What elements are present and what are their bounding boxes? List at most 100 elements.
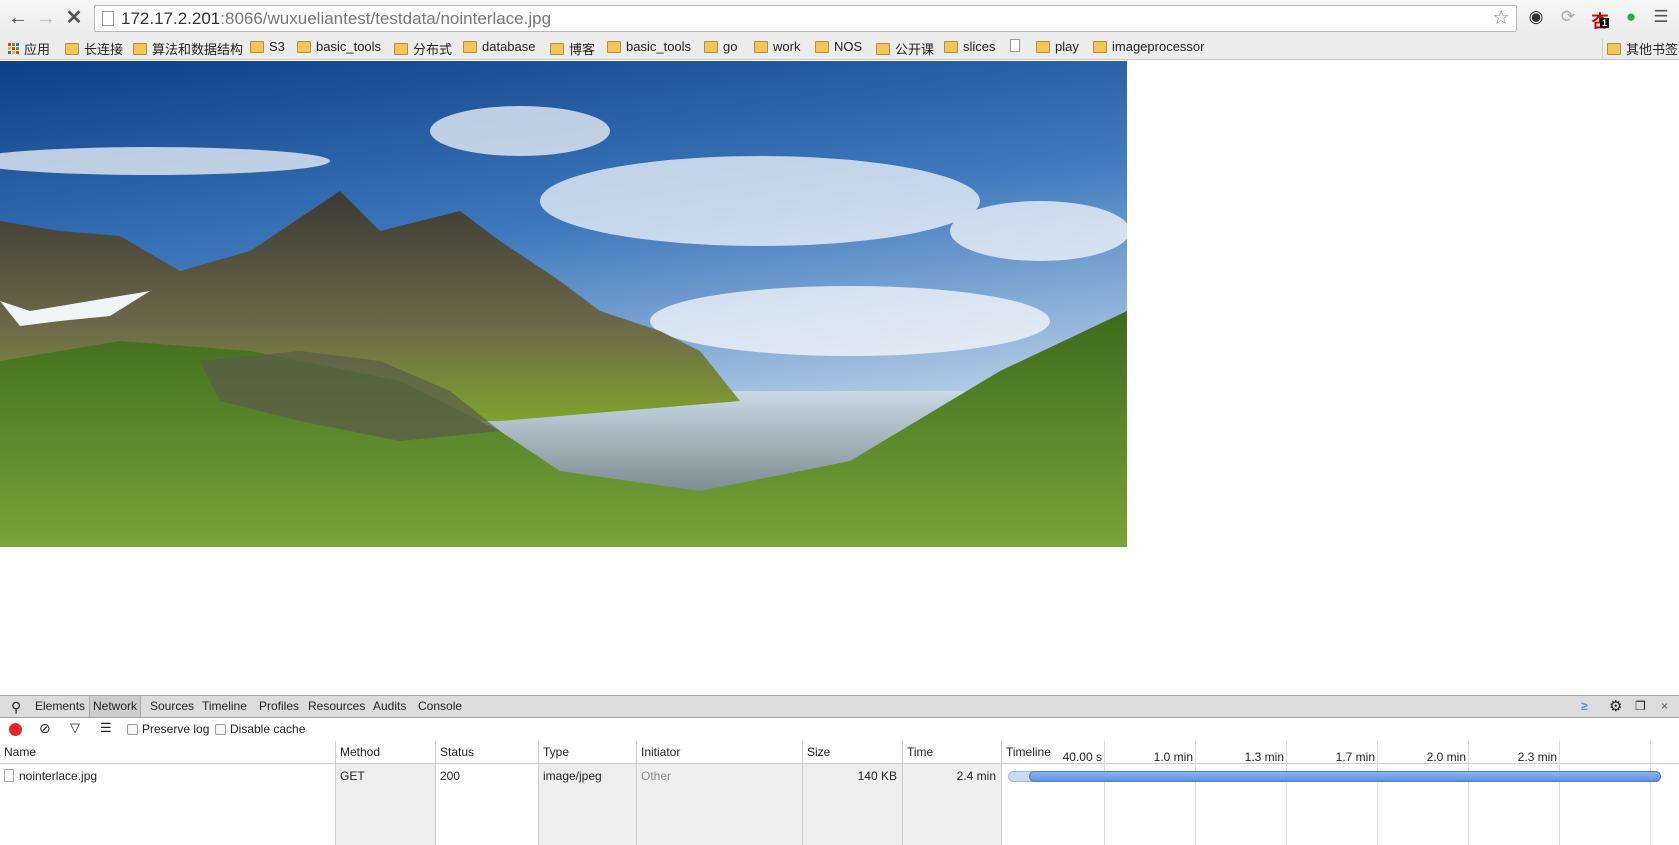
gear-icon[interactable]: ⚙ [1606,697,1625,715]
row-initiator: Other [641,769,672,783]
clear-icon[interactable]: ⊘ [39,720,51,737]
bookmark-folder[interactable]: imageprocessor [1093,39,1205,54]
bookmark-folder[interactable]: basic_tools [607,39,691,54]
tab-audits[interactable]: Audits [370,699,409,713]
folder-icon [754,40,768,53]
bookmark-folder[interactable]: 算法和数据结构 [133,39,243,58]
other-bookmarks[interactable]: 其他书签 [1602,39,1678,58]
bookmark-folder[interactable]: slices [944,39,996,54]
timeline-tick-label: 2.3 min [1517,750,1557,764]
bookmark-folder[interactable]: go [704,39,737,54]
extension-badge: 1 [1600,18,1610,28]
timeline-tick-label: 40.00 s [1062,750,1102,764]
devtools-tabbar: ⚲ Elements Network Sources Timeline Prof… [0,695,1679,718]
drawer-toggle-icon[interactable]: ≥ [1578,699,1591,713]
back-icon[interactable]: ← [6,6,30,30]
timeline-tick: 2.3 min [1518,741,1560,845]
bookmarks-bar: 应用 长连接 算法和数据结构 S3 basic_tools 分布式 databa… [0,35,1679,60]
timeline-bar-receiving [1029,771,1661,782]
page-icon [102,11,114,26]
tab-console[interactable]: Console [415,699,465,713]
timeline-tick-label: 1.0 min [1153,750,1193,764]
network-table: Name nointerlace.jpg Method GET Status 2… [0,741,1679,845]
bookmark-folder[interactable]: 长连接 [65,39,123,58]
url-host: 172.17.2.201 [121,9,221,28]
bookmark-apps[interactable]: 应用 [8,39,50,58]
bookmark-folder[interactable]: S3 [250,39,285,54]
timeline-tick-label: 1.3 min [1244,750,1284,764]
bookmark-folder[interactable]: work [754,39,800,54]
timeline-tick-label: 2.0 min [1426,750,1466,764]
timeline-tick: 40.00 s [1063,741,1105,845]
tab-timeline[interactable]: Timeline [199,699,250,713]
column-name: Name nointerlace.jpg [0,741,335,845]
folder-icon [607,40,621,53]
row-name: nointerlace.jpg [19,769,98,783]
forward-icon[interactable]: → [34,6,58,30]
folder-icon [1036,40,1050,53]
header-status[interactable]: Status [436,741,538,764]
column-status: Status 200 [435,741,538,845]
header-time[interactable]: Time [903,741,1001,764]
menu-icon[interactable]: ☰ [1650,7,1672,27]
folder-icon [297,40,311,53]
folder-icon [65,42,79,55]
browser-toolbar: ← → ✕ 172.17.2.201:8066/wuxueliantest/te… [0,0,1679,35]
record-icon[interactable] [9,723,22,736]
sync-icon[interactable]: ⟳ [1557,7,1579,27]
tab-network[interactable]: Network [89,696,142,717]
preserve-log-checkbox[interactable]: Preserve log [127,722,209,736]
filter-icon[interactable]: ▽ [70,720,80,736]
page-icon [1010,39,1020,52]
bookmark-folder[interactable]: 博客 [550,39,595,58]
bookmark-folder[interactable]: basic_tools [297,39,381,54]
bookmark-folder[interactable]: 分布式 [394,39,452,58]
column-time: Time 2.4 min [902,741,1001,845]
folder-icon [463,40,477,53]
bookmark-star-icon[interactable]: ☆ [1492,6,1510,31]
bookmark-folder[interactable]: play [1036,39,1079,54]
apps-icon [8,43,19,54]
timeline-tick: 2.0 min [1427,741,1469,845]
tab-profiles[interactable]: Profiles [256,699,302,713]
timeline-tick: 1.7 min [1336,741,1378,845]
search-icon[interactable]: ⚲ [8,699,24,716]
column-initiator: Initiator Other [636,741,802,845]
hangouts-icon[interactable]: ● [1620,7,1642,27]
timeline-tick [1650,741,1651,845]
extension-icon[interactable]: 杏1 [1589,7,1611,32]
tab-resources[interactable]: Resources [305,699,368,713]
folder-icon [944,40,958,53]
evernote-icon[interactable]: ◉ [1525,7,1547,27]
folder-icon [815,40,829,53]
list-view-icon[interactable]: ☰ [100,720,112,736]
header-type[interactable]: Type [539,741,636,764]
devtools-panel: ⚲ Elements Network Sources Timeline Prof… [0,695,1679,845]
table-row[interactable]: nointerlace.jpg [0,769,335,783]
column-method: Method GET [335,741,435,845]
disable-cache-checkbox[interactable]: Disable cache [215,722,305,736]
tab-elements[interactable]: Elements [32,699,88,713]
folder-icon [1607,42,1621,55]
stop-icon[interactable]: ✕ [62,6,86,30]
close-icon[interactable]: × [1658,699,1671,713]
tab-sources[interactable]: Sources [147,699,197,713]
bookmark-folder[interactable]: database [463,39,536,54]
header-method[interactable]: Method [336,741,435,764]
dock-icon[interactable]: ❐ [1632,699,1649,713]
timeline-tick-label: 1.7 min [1335,750,1375,764]
row-time: 2.4 min [956,769,996,783]
folder-icon [1093,40,1107,53]
folder-icon [250,40,264,53]
bookmark-page[interactable] [1010,39,1025,52]
header-name[interactable]: Name [0,741,335,764]
bookmark-folder[interactable]: 公开课 [876,39,934,58]
bookmark-folder[interactable]: NOS [815,39,862,54]
row-status: 200 [440,769,461,783]
header-size[interactable]: Size [803,741,902,764]
folder-icon [704,40,718,53]
header-initiator[interactable]: Initiator [637,741,802,764]
network-toolbar: ⊘ ▽ ☰ Preserve log Disable cache [0,718,1679,741]
address-bar[interactable]: 172.17.2.201:8066/wuxueliantest/testdata… [94,5,1517,32]
timeline-tick: 1.3 min [1245,741,1287,845]
